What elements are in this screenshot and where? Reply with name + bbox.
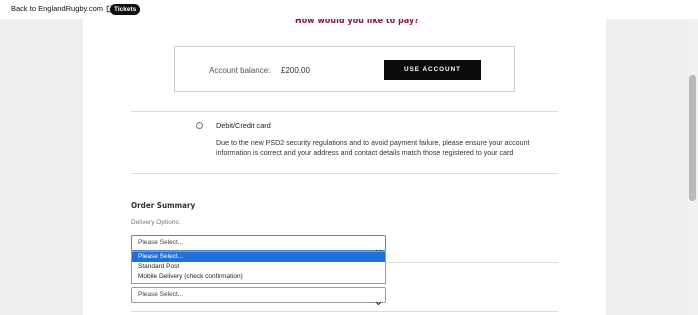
psd2-notice: Due to the new PSD2 security regulations… bbox=[216, 139, 530, 157]
use-account-button[interactable]: USE ACCOUNT bbox=[384, 60, 481, 80]
order-summary-heading: Order Summary bbox=[131, 200, 196, 210]
delivery-select-value: Please Select... bbox=[138, 239, 184, 246]
scrollbar-thumb[interactable] bbox=[689, 75, 696, 201]
card-payment-radio[interactable] bbox=[196, 122, 203, 129]
divider bbox=[131, 173, 558, 174]
top-bar: Back to EnglandRugby.com Tickets bbox=[0, 0, 698, 19]
back-to-englandrugby-link[interactable]: Back to EnglandRugby.com bbox=[11, 4, 114, 13]
delivery-options-select[interactable]: Please Select... bbox=[131, 235, 386, 254]
dropdown-option[interactable]: Mobile Delivery (check confirmation) bbox=[132, 272, 385, 282]
divider bbox=[131, 111, 558, 112]
account-balance-box: Account balance: £200.00 USE ACCOUNT bbox=[174, 46, 515, 92]
delivery-options-dropdown: Please Select... Standard Post Mobile De… bbox=[131, 251, 386, 284]
divider bbox=[131, 311, 558, 312]
back-link-label: Back to EnglandRugby.com bbox=[11, 4, 103, 13]
chevron-down-icon bbox=[375, 293, 382, 311]
card-payment-label[interactable]: Debit/Credit card bbox=[216, 121, 271, 130]
main-content: How would you like to pay? Account balan… bbox=[83, 0, 606, 315]
delivery-options-label: Delivery Options: bbox=[131, 219, 181, 226]
dropdown-option[interactable]: Please Select... bbox=[132, 252, 385, 262]
account-balance-label: Account balance: bbox=[209, 66, 271, 75]
tickets-badge[interactable]: Tickets bbox=[110, 4, 141, 15]
second-select-value: Please Select... bbox=[138, 291, 184, 298]
scrollbar[interactable] bbox=[687, 0, 698, 315]
second-select[interactable]: Please Select... bbox=[131, 287, 386, 306]
account-balance-value: £200.00 bbox=[281, 66, 310, 75]
dropdown-option[interactable]: Standard Post bbox=[132, 262, 385, 272]
